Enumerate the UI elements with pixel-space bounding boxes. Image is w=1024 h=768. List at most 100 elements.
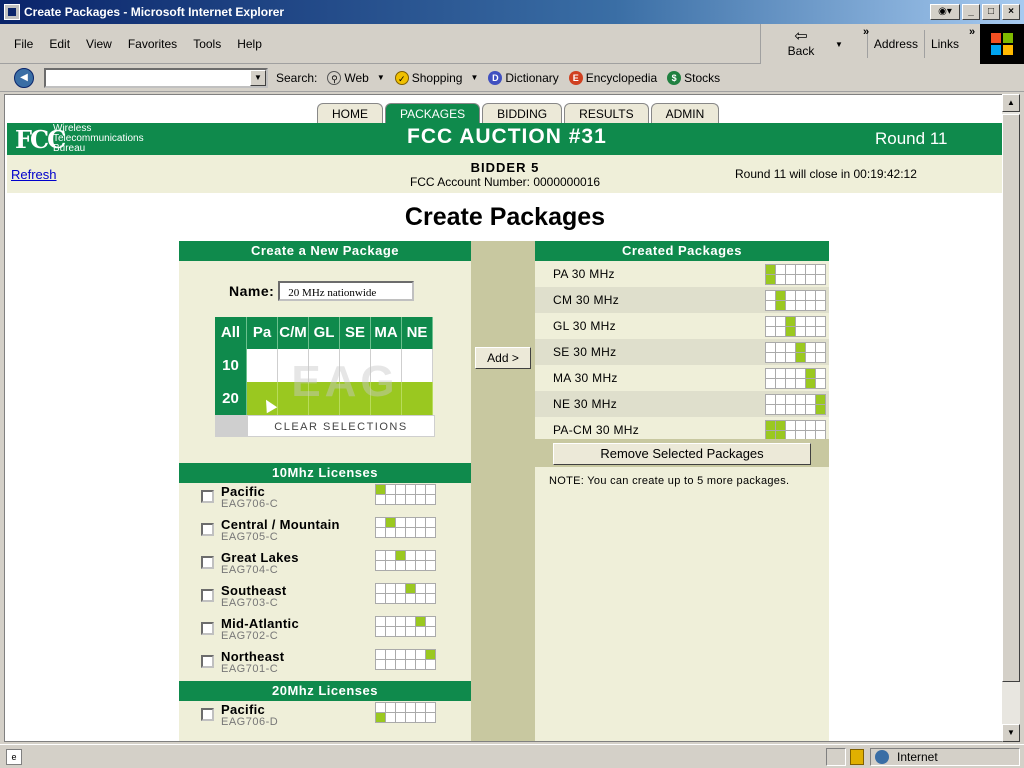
- mini-grid-cell: [816, 379, 826, 389]
- caret-down-icon[interactable]: ▼: [470, 73, 478, 82]
- maximize-icon[interactable]: □: [982, 4, 1000, 20]
- links-label[interactable]: Links: [923, 30, 959, 58]
- search-stocks-button[interactable]: $ Stocks: [667, 70, 720, 85]
- mini-grid-cell: [426, 584, 436, 594]
- grid-cell-selected[interactable]: [402, 382, 433, 415]
- combo-dropdown-icon[interactable]: ▼: [250, 69, 266, 86]
- grid-cell-selected[interactable]: [247, 382, 278, 415]
- license-name: Southeast: [221, 583, 287, 598]
- menu-view[interactable]: View: [86, 37, 112, 51]
- mini-grid-cell: [806, 275, 816, 285]
- ie-logo-button[interactable]: ◉▾: [930, 4, 960, 20]
- mini-grid-cell: [386, 584, 396, 594]
- package-name-label: Name:: [229, 283, 275, 299]
- mini-grid-cell: [426, 551, 436, 561]
- created-package-row[interactable]: SE 30 MHz: [535, 339, 829, 365]
- license-checkbox[interactable]: [201, 523, 214, 536]
- grid-cell[interactable]: [247, 349, 278, 382]
- menu-help[interactable]: Help: [237, 37, 262, 51]
- scroll-thumb[interactable]: [1002, 114, 1020, 682]
- menu-tools[interactable]: Tools: [193, 37, 221, 51]
- grid-col-cm[interactable]: C/M: [278, 317, 309, 349]
- license-checkbox[interactable]: [201, 490, 214, 503]
- mini-grid-cell-on: [426, 650, 436, 660]
- mini-grid-cell: [386, 703, 396, 713]
- grid-col-gl[interactable]: GL: [309, 317, 340, 349]
- license-mini-grid-icon: [765, 420, 826, 441]
- menu-file[interactable]: File: [14, 37, 33, 51]
- search-combo-input[interactable]: ▼: [44, 67, 268, 88]
- search-encyclopedia-button[interactable]: E Encyclopedia: [568, 70, 657, 85]
- minimize-icon[interactable]: _: [962, 4, 980, 20]
- add-package-button[interactable]: Add >: [475, 347, 531, 369]
- mini-grid-cell: [416, 528, 426, 538]
- grid-col-all[interactable]: All: [215, 317, 247, 349]
- mini-grid-cell: [396, 485, 406, 495]
- grid-cell-selected[interactable]: [340, 382, 371, 415]
- scroll-up-icon[interactable]: ▲: [1002, 94, 1020, 112]
- mini-grid-cell: [426, 485, 436, 495]
- grid-col-ma[interactable]: MA: [371, 317, 402, 349]
- tab-home[interactable]: HOME: [317, 103, 383, 123]
- caret-down-icon[interactable]: ▼: [377, 73, 385, 82]
- refresh-link[interactable]: Refresh: [11, 167, 57, 182]
- search-go-icon[interactable]: ◀: [14, 67, 34, 88]
- grid-cell-selected[interactable]: [309, 382, 340, 415]
- zone-label: Internet: [897, 750, 938, 764]
- created-package-row[interactable]: NE 30 MHz: [535, 391, 829, 417]
- tab-packages[interactable]: PACKAGES: [385, 103, 481, 123]
- tab-bidding[interactable]: BIDDING: [482, 103, 563, 123]
- created-package-row[interactable]: CM 30 MHz: [535, 287, 829, 313]
- clear-selections-button[interactable]: CLEAR SELECTIONS: [247, 415, 435, 437]
- grid-col-se[interactable]: SE: [340, 317, 371, 349]
- package-name: CM 30 MHz: [553, 293, 620, 307]
- menu-favorites[interactable]: Favorites: [128, 37, 177, 51]
- mini-grid-cell: [796, 327, 806, 337]
- tab-admin[interactable]: ADMIN: [650, 103, 720, 123]
- links-chevron-icon[interactable]: »: [969, 26, 975, 38]
- vertical-scrollbar[interactable]: ▲ ▼: [1002, 94, 1020, 742]
- address-label[interactable]: Address: [866, 30, 918, 58]
- grid-cell[interactable]: [309, 349, 340, 382]
- mini-grid-cell: [416, 551, 426, 561]
- search-shopping-button[interactable]: ✓ Shopping ▼: [394, 70, 478, 85]
- grid-cell-selected[interactable]: [371, 382, 402, 415]
- license-checkbox[interactable]: [201, 589, 214, 602]
- grid-cell[interactable]: [402, 349, 433, 382]
- grid-row-20-header[interactable]: 20: [215, 382, 247, 415]
- mini-grid-cell-on: [386, 518, 396, 528]
- search-web-button[interactable]: ⚲ Web ▼: [327, 70, 385, 85]
- chevron-right-icon[interactable]: »: [863, 26, 869, 38]
- mini-grid-cell: [416, 703, 426, 713]
- dictionary-icon: D: [488, 70, 503, 85]
- remove-selected-packages-button[interactable]: Remove Selected Packages: [553, 443, 811, 465]
- license-checkbox[interactable]: [201, 556, 214, 569]
- created-package-row[interactable]: GL 30 MHz: [535, 313, 829, 339]
- grid-cell[interactable]: [340, 349, 371, 382]
- search-label: Search:: [276, 70, 318, 85]
- search-dictionary-button[interactable]: D Dictionary: [488, 70, 559, 85]
- grid-row-10-header[interactable]: 10: [215, 349, 247, 382]
- mini-grid-cell: [766, 343, 776, 353]
- grid-col-pa[interactable]: Pa: [247, 317, 278, 349]
- license-checkbox[interactable]: [201, 655, 214, 668]
- scroll-down-icon[interactable]: ▼: [1002, 724, 1020, 742]
- license-checkbox[interactable]: [201, 708, 214, 721]
- tab-results[interactable]: RESULTS: [564, 103, 649, 123]
- grid-row-20: 20: [215, 382, 435, 415]
- menu-edit[interactable]: Edit: [49, 37, 70, 51]
- package-name-input[interactable]: 20 MHz nationwide: [278, 281, 415, 301]
- grid-cell[interactable]: [278, 349, 309, 382]
- license-checkbox[interactable]: [201, 622, 214, 635]
- mini-grid-cell: [816, 327, 826, 337]
- grid-col-ne[interactable]: NE: [402, 317, 433, 349]
- close-icon[interactable]: ×: [1002, 4, 1020, 20]
- back-button[interactable]: ⇦ Back: [761, 29, 841, 59]
- mini-grid-cell: [796, 395, 806, 405]
- mini-grid-cell: [406, 528, 416, 538]
- grid-cell[interactable]: [371, 349, 402, 382]
- grid-cell-selected[interactable]: [278, 382, 309, 415]
- created-package-row[interactable]: PA 30 MHz: [535, 261, 829, 287]
- created-package-row[interactable]: MA 30 MHz: [535, 365, 829, 391]
- mini-grid-cell: [426, 627, 436, 637]
